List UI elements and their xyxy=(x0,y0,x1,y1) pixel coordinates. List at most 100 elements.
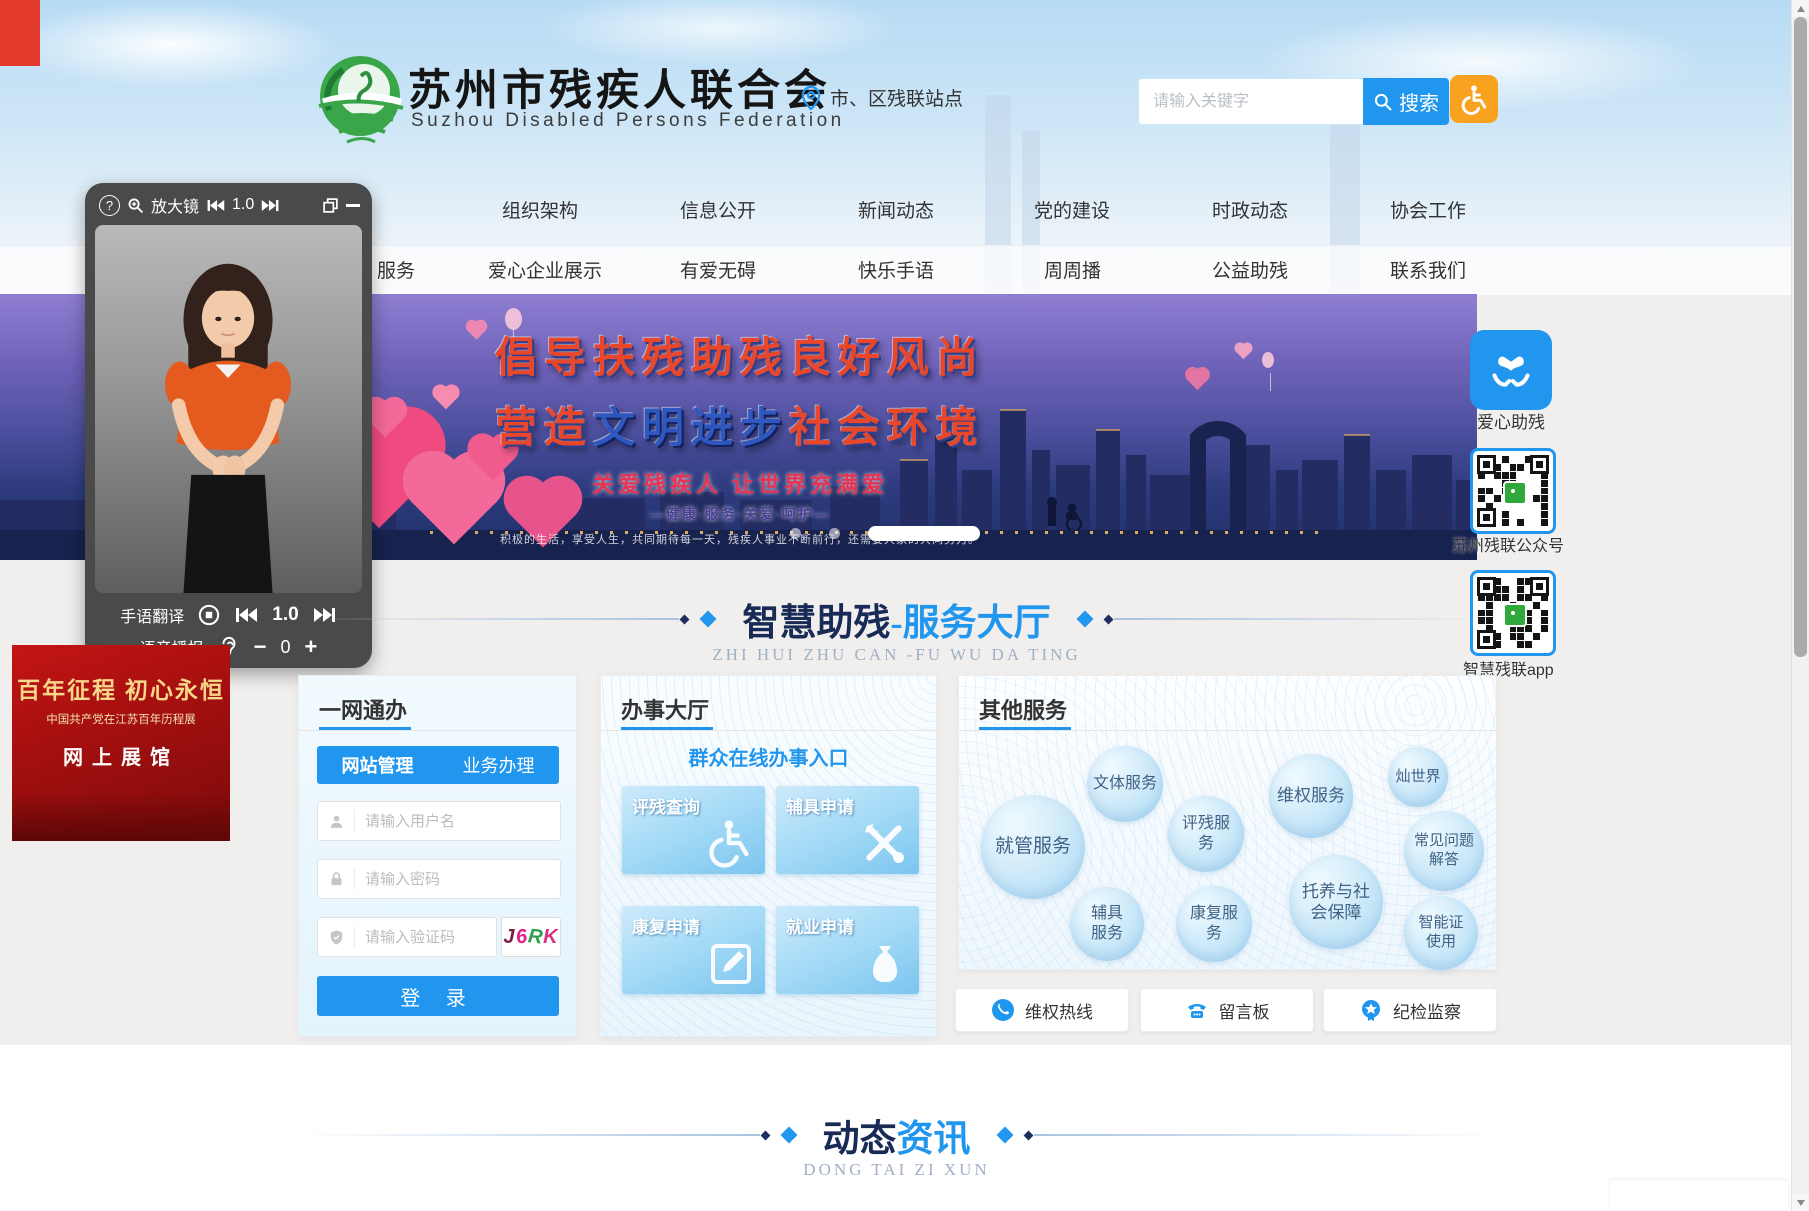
bubble-rights-protection[interactable]: 维权服务 xyxy=(1269,754,1353,838)
sign-label: 手语翻译 xyxy=(120,603,184,627)
phone-circle-icon xyxy=(991,998,1015,1022)
captcha-field xyxy=(317,917,497,957)
nav-item-association-work[interactable]: 协会工作 xyxy=(1390,196,1466,223)
playback-rate: 1.0 xyxy=(232,196,254,214)
message-board-button[interactable]: 留言板 xyxy=(1140,988,1314,1032)
tile-employment-application[interactable]: 就业申请 xyxy=(776,906,919,994)
carousel-dot[interactable] xyxy=(790,528,801,539)
bubble-care-social-security[interactable]: 托养与社会保障 xyxy=(1289,855,1383,949)
location-pin-icon xyxy=(800,85,822,111)
nav-item-info-disclosure[interactable]: 信息公开 xyxy=(680,196,756,223)
one-stop-login-panel: 一网通办 网站管理 业务办理 J6RK 登 录 xyxy=(298,675,577,1037)
tab-site-management[interactable]: 网站管理 xyxy=(342,752,414,778)
banner-slogans: 倡导扶残助残良好风尚 营造文明进步社会环境 关爱残疾人 让世界充满爱 —健康·服… xyxy=(370,324,1110,547)
bubble-smart-card[interactable]: 智能证使用 xyxy=(1404,896,1478,970)
bubble-rehab-service[interactable]: 康复服务 xyxy=(1176,886,1252,962)
money-bag-icon xyxy=(861,940,909,988)
news-section-subtitle: DONG TAI ZI XUN xyxy=(298,1160,1495,1180)
tile-disability-assessment[interactable]: 评残查询 xyxy=(622,786,765,874)
nav-item-organization[interactable]: 组织架构 xyxy=(502,196,578,223)
captcha-input[interactable] xyxy=(355,929,496,946)
scrollbar-thumb[interactable] xyxy=(1794,17,1807,657)
slogan-line3: 关爱残疾人 让世界充满爱 xyxy=(370,467,1110,499)
site-logo[interactable] xyxy=(313,50,407,146)
username-field xyxy=(317,801,561,841)
online-exhibit-banner[interactable]: 百年征程 初心永恒 中国共产党在江苏百年历程展 网上展馆 xyxy=(12,645,230,841)
site-subtitle: Suzhou Disabled Persons Federation xyxy=(411,110,845,132)
password-field xyxy=(317,859,561,899)
news-title-dark: 动态 xyxy=(823,1119,897,1160)
bubble-employment-mgmt[interactable]: 就管服务 xyxy=(981,795,1085,899)
station-sites-link[interactable]: 市、区残联站点 xyxy=(800,84,963,111)
bubble-faq[interactable]: 常见问题解答 xyxy=(1404,811,1484,891)
tile-assistive-device[interactable]: 辅具申请 xyxy=(776,786,919,874)
nav-item-news[interactable]: 新闻动态 xyxy=(858,196,934,223)
scrollbar-down-arrow[interactable] xyxy=(1792,1194,1809,1211)
wechat-qr-code xyxy=(1470,448,1556,534)
login-button[interactable]: 登 录 xyxy=(317,976,559,1016)
rights-hotline-button[interactable]: 维权热线 xyxy=(955,988,1129,1032)
scrollbar xyxy=(1791,0,1809,1211)
other-services-panel: 其他服务 文体服务 维权服务 灿世界 就管服务 评残服务 常见问题解答 辅具服务… xyxy=(958,675,1497,970)
captcha-image[interactable]: J6RK xyxy=(501,917,561,957)
window-restore-icon[interactable] xyxy=(322,197,339,214)
hall-panel-title: 办事大厅 xyxy=(621,693,709,725)
skip-forward-icon[interactable] xyxy=(261,198,280,213)
nav-item-contact-us[interactable]: 联系我们 xyxy=(1390,256,1466,283)
password-input[interactable] xyxy=(355,871,560,888)
nav-item-caring-companies[interactable]: 爱心企业展示 xyxy=(488,256,602,283)
nav-item-weekly-broadcast[interactable]: 周周播 xyxy=(1044,256,1101,283)
search-button[interactable]: 搜索 xyxy=(1363,78,1449,125)
heart-in-hands-icon xyxy=(1488,348,1534,392)
others-panel-title: 其他服务 xyxy=(979,693,1067,725)
search-input[interactable] xyxy=(1138,78,1363,125)
magnifier-label: 放大镜 xyxy=(151,193,199,217)
avatar-toolbar: ? 放大镜 1.0 xyxy=(99,192,360,218)
exhibit-title: 百年征程 初心永恒 xyxy=(12,671,230,705)
slogan-line1: 倡导扶残助残良好风尚 xyxy=(495,336,985,382)
bubble-culture-sports[interactable]: 文体服务 xyxy=(1087,746,1163,822)
section-title-blue: -服务大厅 xyxy=(890,603,1050,644)
nav-item-party-building[interactable]: 党的建设 xyxy=(1034,196,1110,223)
service-hall-panel: 办事大厅 群众在线办事入口 评残查询 辅具申请 康复申请 xyxy=(600,675,937,1037)
search-button-label: 搜索 xyxy=(1399,87,1439,116)
search-bar: 搜索 xyxy=(1138,78,1449,125)
edit-icon xyxy=(707,940,755,988)
service-hall-heading: 智慧助残-服务大厅 xyxy=(298,592,1495,646)
help-icon[interactable]: ? xyxy=(99,195,120,216)
scrollbar-up-arrow[interactable] xyxy=(1792,0,1809,17)
wheelchair-icon xyxy=(1458,83,1490,115)
user-icon xyxy=(318,810,355,832)
corner-red-widget xyxy=(0,0,40,66)
lock-icon xyxy=(318,868,355,890)
bubble-assessment-service[interactable]: 评残服务 xyxy=(1168,796,1244,872)
volume-down-button[interactable]: − xyxy=(254,636,267,658)
carousel-dot-active[interactable] xyxy=(868,526,980,541)
news-title-blue: 资讯 xyxy=(897,1119,971,1160)
carousel-dot[interactable] xyxy=(829,528,840,539)
nav-item-politics[interactable]: 时政动态 xyxy=(1212,196,1288,223)
discipline-inspection-button[interactable]: 纪检监察 xyxy=(1323,988,1497,1032)
nav-item-public-welfare[interactable]: 公益助残 xyxy=(1212,256,1288,283)
magnifier-icon[interactable] xyxy=(127,197,144,214)
nav-item-services[interactable]: 服务 xyxy=(377,256,415,283)
accessibility-button[interactable] xyxy=(1450,75,1498,123)
nav-item-barrier-free[interactable]: 有爱无碍 xyxy=(680,256,756,283)
site-title: 苏州市残疾人联合会 xyxy=(408,56,831,118)
stop-icon[interactable] xyxy=(198,604,220,626)
skip-back-icon[interactable] xyxy=(206,198,225,213)
bubble-can-world[interactable]: 灿世界 xyxy=(1388,747,1448,807)
tab-business-handling[interactable]: 业务办理 xyxy=(463,752,535,778)
skip-back-icon[interactable] xyxy=(234,606,258,624)
tile-rehab-application[interactable]: 康复申请 xyxy=(622,906,765,994)
minimize-icon[interactable] xyxy=(346,204,360,207)
wechat-qr-label: 苏州残联公众号 xyxy=(1452,532,1564,556)
nav-item-happy-sign-language[interactable]: 快乐手语 xyxy=(858,256,934,283)
love-assist-tile[interactable] xyxy=(1470,330,1552,410)
volume-value: 0 xyxy=(281,637,291,658)
bubble-assistive-service[interactable]: 辅具服务 xyxy=(1070,887,1144,961)
tools-icon xyxy=(859,818,909,868)
slogan-fineprint: 积极的生活，享受人生，共同期待每一天，残疾人事业不断前行，还需要大家的共同努力。 xyxy=(370,531,1110,547)
username-input[interactable] xyxy=(355,813,560,830)
login-panel-title: 一网通办 xyxy=(319,693,407,725)
